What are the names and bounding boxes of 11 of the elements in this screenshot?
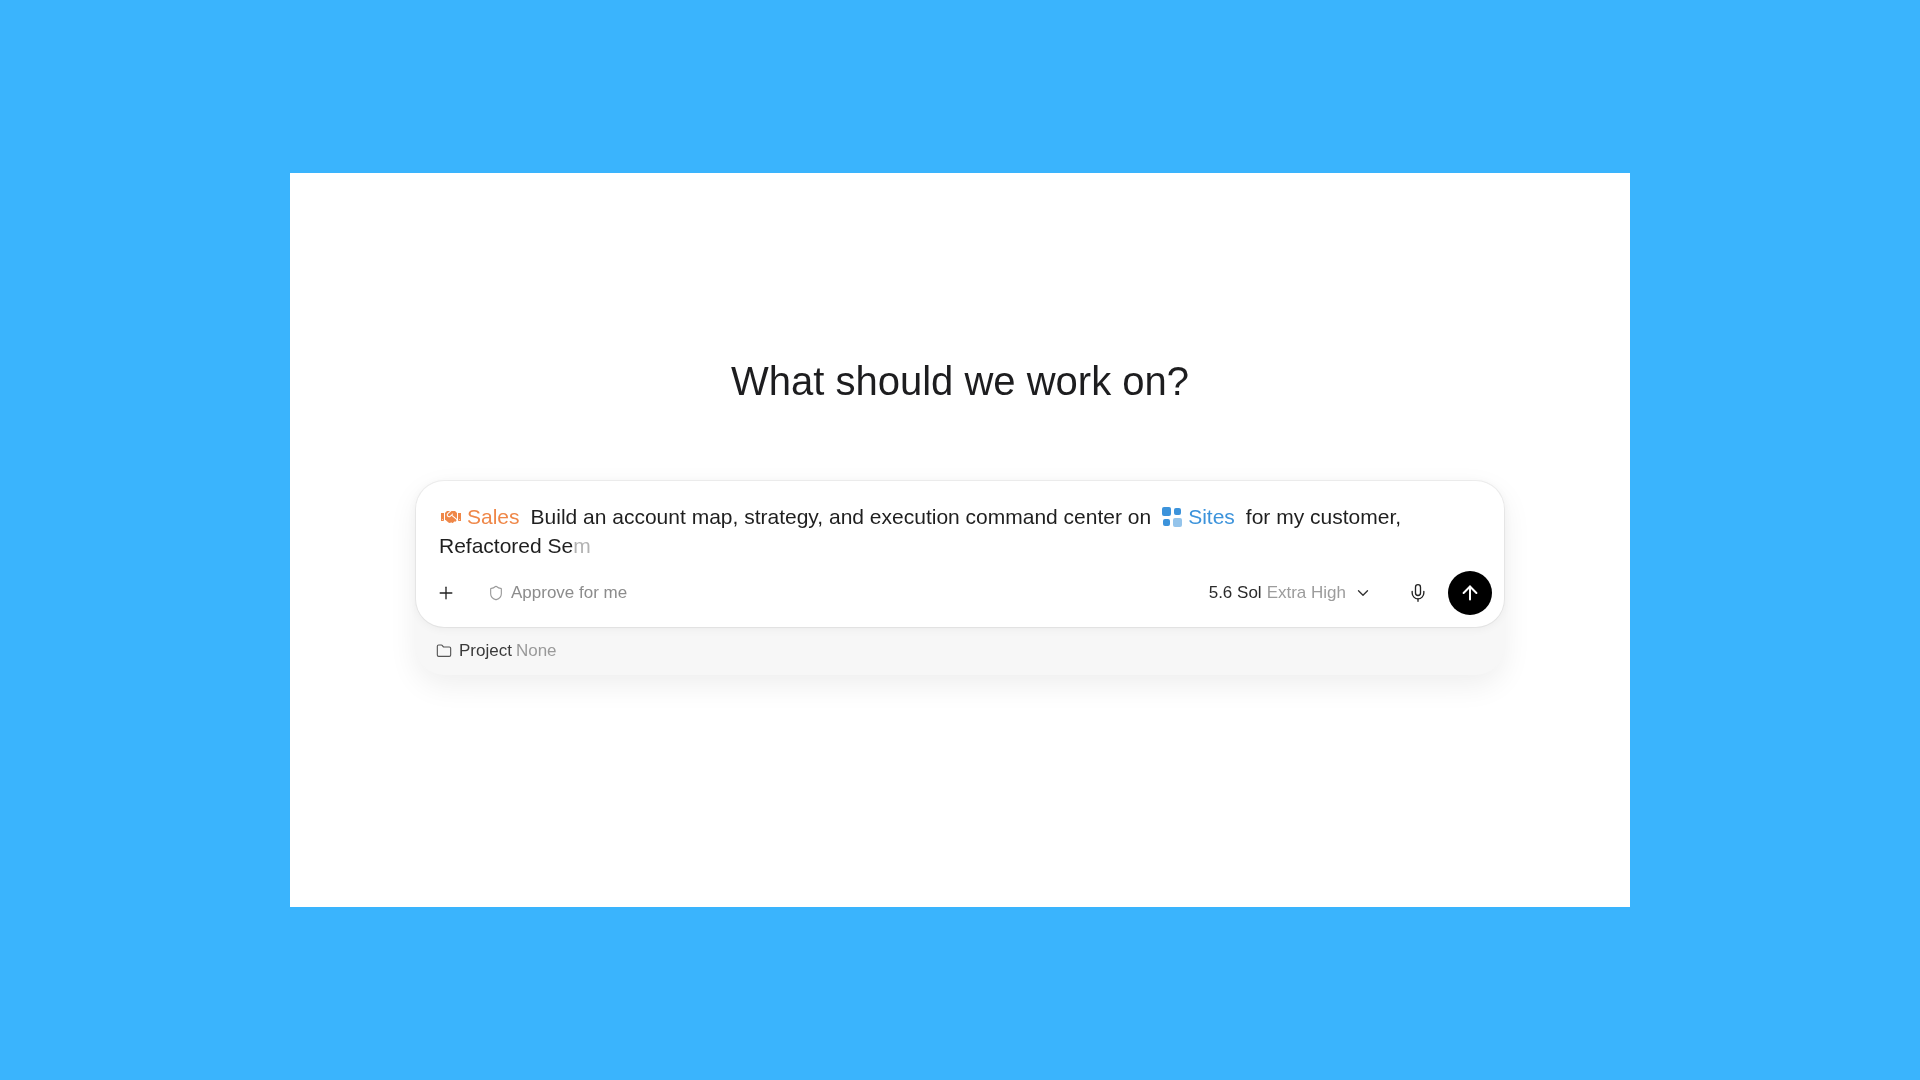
shield-icon	[488, 585, 504, 601]
send-button[interactable]	[1448, 571, 1492, 615]
grid-squares-icon	[1162, 506, 1183, 527]
page-heading: What should we work on?	[731, 358, 1189, 405]
prompt-text: for my customer,	[1245, 505, 1402, 528]
autocomplete-text: m	[573, 534, 591, 557]
project-selector[interactable]: Project None	[436, 638, 557, 664]
prompt-text: Refactored Se	[439, 534, 574, 557]
model-selector[interactable]: 5.6 Sol Extra High	[1208, 580, 1372, 606]
folder-icon	[436, 643, 452, 659]
prompt-text: Build an account map, strategy, and execution command center on	[530, 505, 1152, 528]
